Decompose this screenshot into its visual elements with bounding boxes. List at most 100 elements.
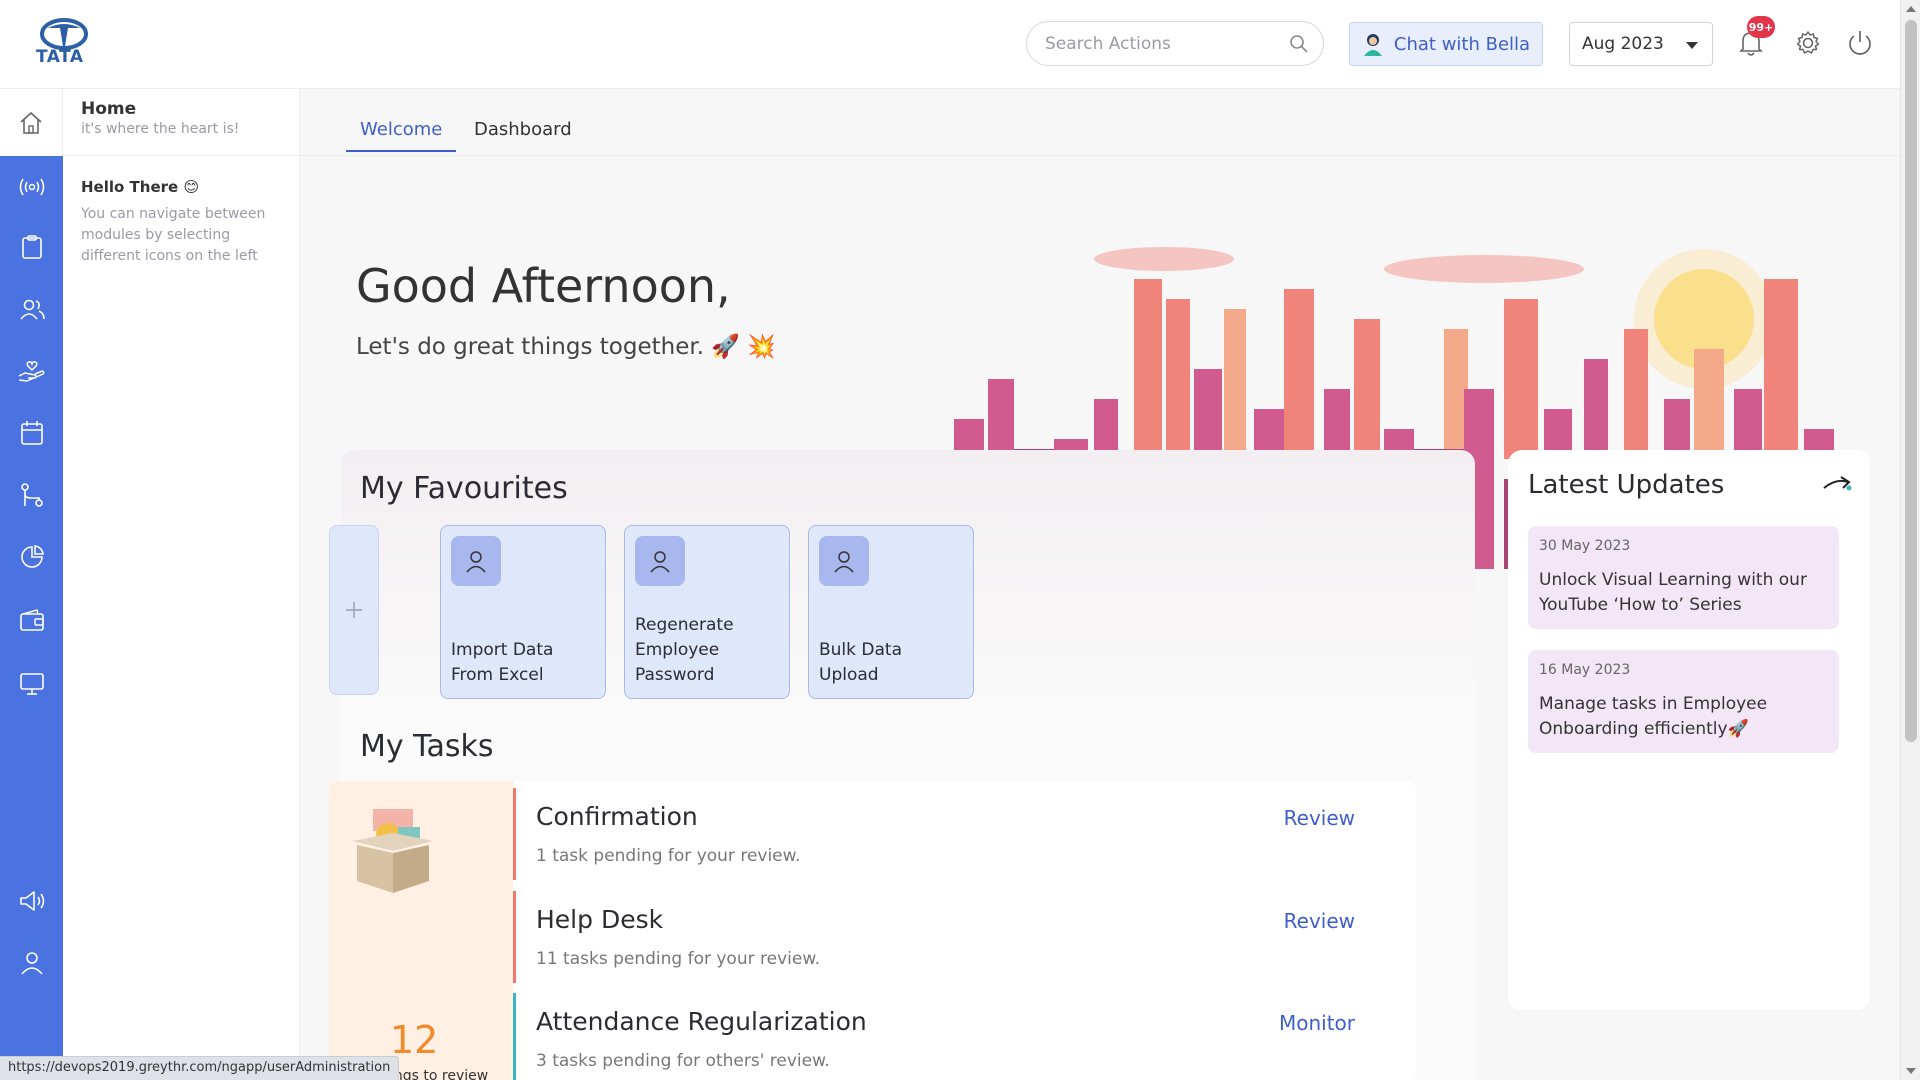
favourite-card-regenerate-password[interactable]: Regenerate Employee Password [624,525,790,699]
plus-icon [346,602,362,618]
page-tabs: Welcome Dashboard [300,89,1900,156]
top-header: TATA Chat with Bella Aug 2023 99+ [0,0,1900,89]
task-review-button[interactable]: Review [1284,806,1355,830]
hello-description: You can navigate between modules by sele… [81,206,266,264]
arrow-up-right-icon[interactable] [1822,472,1852,494]
brand-logo-text: TATA [36,47,84,67]
subnav-title: Home [81,99,137,119]
caret-down-icon [1686,42,1698,49]
favourite-card-bulk-upload[interactable]: Bulk Data Upload [808,525,974,699]
user-icon [466,551,486,573]
update-date: 30 May 2023 [1539,538,1631,554]
rail-item-workflow[interactable] [0,473,63,517]
scroll-up-icon[interactable] [1906,6,1916,12]
tasks-heading: My Tasks [360,729,494,764]
search-icon[interactable] [1289,34,1309,54]
box-illustration-icon [353,809,433,893]
notification-badge: 99+ [1747,16,1775,38]
rail-item-benefits[interactable] [0,349,63,393]
hello-heading: Hello There 😊 [63,156,299,196]
task-accent-bar [513,891,516,983]
task-title: Attendance Regularization [536,1007,867,1036]
page-scrollbar[interactable] [1900,0,1920,1080]
people-icon [19,299,45,320]
favourite-card-import-data[interactable]: Import Data From Excel [440,525,606,699]
task-description: 1 task pending for your review. [536,846,801,866]
task-row-help-desk[interactable]: Help Desk 11 tasks pending for your revi… [513,887,1416,983]
wallet-icon [19,609,44,631]
user-icon [20,952,43,975]
home-subnav: Home it's where the heart is! Hello Ther… [63,89,300,1080]
favourites-heading: My Favourites [360,471,568,506]
update-card[interactable]: 16 May 2023 Manage tasks in Employee Onb… [1528,650,1839,753]
task-accent-bar [513,993,516,1080]
logout-button[interactable] [1843,26,1877,60]
task-row-attendance[interactable]: Attendance Regularization 3 tasks pendin… [513,989,1416,1080]
calendar-icon [20,421,43,445]
rail-item-tasks[interactable] [0,225,63,269]
task-review-button[interactable]: Review [1284,909,1355,933]
tab-welcome[interactable]: Welcome [346,119,457,152]
hand-heart-icon [18,361,45,382]
tasks-count: 12 [390,1018,439,1062]
task-monitor-button[interactable]: Monitor [1279,1011,1355,1035]
updates-heading: Latest Updates [1528,470,1725,500]
favourite-label: Regenerate Employee Password [635,615,734,685]
favourite-label: Import Data From Excel [451,640,554,685]
home-icon [20,111,42,134]
greeting-heading: Good Afternoon, [356,259,731,313]
rail-item-engage[interactable] [0,165,63,209]
rail-item-home[interactable] [0,89,63,156]
megaphone-icon [19,891,44,911]
scroll-thumb[interactable] [1905,20,1917,742]
search-input[interactable] [1045,34,1285,54]
subnav-subtitle: it's where the heart is! [81,121,240,137]
search-box[interactable] [1026,21,1324,66]
task-title: Help Desk [536,905,664,934]
favourite-label: Bulk Data Upload [819,640,902,685]
pie-chart-icon [20,545,44,568]
month-selector[interactable]: Aug 2023 [1569,22,1713,66]
update-text: Unlock Visual Learning with our YouTube … [1539,570,1807,615]
tasks-count-label: ings to review [390,1068,489,1080]
rail-item-payroll[interactable] [0,599,63,643]
rail-item-announcements[interactable] [0,879,63,923]
update-text: Manage tasks in Employee Onboarding effi… [1539,694,1768,739]
update-card[interactable]: 30 May 2023 Unlock Visual Learning with … [1528,526,1839,629]
bella-avatar-icon [1363,34,1382,56]
latest-updates-panel: Latest Updates 30 May 2023 Unlock Visual… [1508,450,1870,1010]
chat-button-label: Chat with Bella [1393,33,1531,55]
rail-item-employees[interactable] [0,287,63,331]
monitor-icon [19,673,44,695]
user-icon [834,551,854,573]
task-description: 3 tasks pending for others' review. [536,1051,830,1071]
favourite-user-icon [819,536,869,586]
hello-text: Hello There [81,178,179,196]
update-date: 16 May 2023 [1539,662,1631,678]
task-row-confirmation[interactable]: Confirmation 1 task pending for your rev… [513,784,1416,880]
month-value: Aug 2023 [1582,34,1664,54]
clipboard-icon [21,235,42,259]
gear-icon [1796,31,1820,54]
scroll-down-icon[interactable] [1906,1068,1916,1074]
rail-item-assets[interactable] [0,662,63,706]
rail-item-leave[interactable] [0,411,63,455]
greeting-tagline: Let's do great things together. 🚀 💥 [356,334,776,360]
favourite-user-icon [635,536,685,586]
task-title: Confirmation [536,802,698,831]
link-status-url: https://devops2019.greythr.com/ngapp/use… [0,1056,400,1080]
chat-with-bella-button[interactable]: Chat with Bella [1349,22,1543,66]
power-icon [1849,31,1871,55]
tab-dashboard[interactable]: Dashboard [474,119,572,150]
add-favourite-button[interactable] [329,525,379,695]
favourite-user-icon [451,536,501,586]
task-description: 11 tasks pending for your review. [536,949,821,969]
smile-emoji-icon: 😊 [183,178,200,196]
task-accent-bar [513,788,516,880]
rail-item-profile[interactable] [0,941,63,985]
subnav-header: Home it's where the heart is! [63,89,299,156]
module-rail [0,89,63,1080]
rail-item-reports[interactable] [0,535,63,579]
settings-button[interactable] [1791,26,1825,60]
user-icon [650,551,670,573]
